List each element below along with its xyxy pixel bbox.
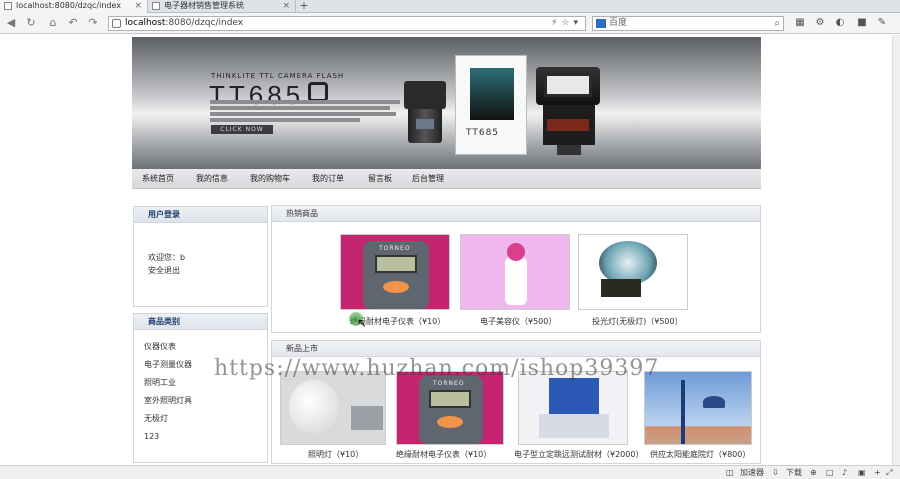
nav-messages[interactable]: 留言板 (368, 169, 392, 189)
flash-product-1 (404, 81, 446, 143)
extension-icon[interactable]: ◐ (834, 17, 846, 29)
new-tab-button[interactable]: + (296, 0, 312, 13)
zoom-in-icon[interactable]: + (874, 466, 881, 479)
url-host: localhost (125, 18, 166, 28)
redo-icon[interactable]: ↷ (86, 16, 100, 30)
vertical-scrollbar[interactable] (892, 35, 900, 465)
new-products-title: 新品上市 (272, 341, 760, 357)
dropdown-icon[interactable]: ▾ (573, 18, 582, 28)
url-tools: ⚡☆▾ (551, 17, 582, 30)
nav-admin[interactable]: 后台管理 (412, 169, 444, 189)
product-image-new-2[interactable]: TORNEO (396, 371, 504, 445)
nav-my-info[interactable]: 我的信息 (196, 169, 228, 189)
hot-products-title: 热销商品 (272, 206, 760, 222)
browser-statusbar: ◫ 加速器 ⇩ 下载 ⊕ □ ♪ ▣ + ⤢ (0, 465, 900, 479)
category-item[interactable]: 电子测量仪器 (144, 356, 192, 374)
flash-box: TT685 (455, 55, 527, 155)
cursor-icon: ↖ (357, 316, 368, 330)
banner-image[interactable]: THINKLITE TTL CAMERA FLASH TT685 CLICK N… (132, 37, 761, 169)
home-icon[interactable]: ⌂ (46, 16, 60, 30)
banner-click-button[interactable]: CLICK NOW (211, 125, 273, 134)
product-image-new-3[interactable] (518, 371, 628, 445)
baidu-icon (596, 19, 606, 28)
tools-icon[interactable]: ✎ (876, 17, 888, 29)
url-path: :8080/dzqc/index (165, 18, 244, 28)
nav-cart[interactable]: 我的购物车 (250, 169, 290, 189)
flash-product-2-body (543, 105, 595, 145)
product-image-hot-3[interactable] (578, 234, 688, 310)
picture-icon[interactable]: ▣ (858, 466, 866, 479)
page-icon (4, 2, 12, 10)
category-item[interactable]: 室外照明灯具 (144, 392, 192, 410)
accelerator-icon[interactable]: ◫ (726, 466, 734, 479)
category-item[interactable]: 照明工业 (144, 374, 192, 392)
search-input[interactable]: 百度 ⌕ (592, 16, 784, 31)
product-image-hot-1[interactable]: TORNEO (340, 234, 450, 310)
page-icon (152, 2, 160, 10)
tab-title: localhost:8080/dzqc/index (16, 1, 121, 10)
watermark-text: https://www.huzhan.com/ishop39397 (214, 356, 660, 381)
fullscreen-icon[interactable]: ⤢ (886, 466, 892, 479)
download-label[interactable]: 下载 (786, 466, 802, 479)
banner-subtitle: THINKLITE TTL CAMERA FLASH (211, 72, 345, 80)
search-icon[interactable]: ⌕ (774, 17, 780, 30)
star-icon[interactable]: ☆ (561, 18, 573, 28)
tab-title: 电子器材销售管理系统 (164, 1, 244, 10)
nav-orders[interactable]: 我的订单 (312, 169, 344, 189)
product-image-new-4[interactable] (644, 371, 752, 445)
flash-product-2 (536, 67, 600, 105)
gear-icon[interactable]: ⚙ (814, 17, 826, 29)
browser-tabbar: localhost:8080/dzqc/index × 电子器材销售管理系统 ×… (0, 0, 900, 13)
main-nav: 系统首页 我的信息 我的购物车 我的订单 留言板 后台管理 (132, 169, 761, 189)
window-icon[interactable]: □ (826, 466, 834, 479)
back-icon[interactable]: ◀ (4, 16, 18, 30)
category-item[interactable]: 仪器仪表 (144, 338, 192, 356)
app-icon[interactable]: ■ (856, 17, 868, 29)
flash-foot (557, 145, 581, 155)
sound-icon[interactable]: ♪ (842, 466, 847, 479)
tab-index[interactable]: localhost:8080/dzqc/index × (0, 0, 148, 13)
banner-description (210, 100, 410, 124)
product-caption-new-3[interactable]: 电子型立定跳远测试耐材（¥2000） (514, 449, 643, 460)
logout-link[interactable]: 安全退出 (148, 264, 185, 277)
undo-icon[interactable]: ↶ (66, 16, 80, 30)
address-bar[interactable]: localhost:8080/dzqc/index ⚡☆▾ (108, 16, 586, 31)
hot-products-panel: 热销商品 TORNEO 绝缘耐材电子仪表（¥10） 电子美容仪（¥500） 投光… (271, 205, 761, 333)
login-panel: 用户登录 欢迎您：b 安全退出 (133, 206, 268, 307)
category-panel: 商品类别 仪器仪表 电子测量仪器 照明工业 室外照明灯具 无极灯 123 (133, 313, 268, 463)
close-icon[interactable]: × (282, 0, 290, 12)
category-title: 商品类别 (134, 314, 267, 330)
product-caption-hot-3[interactable]: 投光灯(无极灯)（¥500） (592, 316, 683, 327)
lightning-icon[interactable]: ⚡ (551, 18, 561, 28)
close-icon[interactable]: × (134, 0, 142, 12)
product-image-new-1[interactable] (280, 371, 386, 445)
nav-home[interactable]: 系统首页 (142, 169, 174, 189)
product-caption-new-2[interactable]: 绝缘耐材电子仪表（¥10） (396, 449, 491, 460)
category-item[interactable]: 无极灯 (144, 410, 192, 428)
category-item[interactable]: 123 (144, 428, 192, 446)
product-caption-hot-2[interactable]: 电子美容仪（¥500） (480, 316, 556, 327)
download-icon[interactable]: ⇩ (772, 466, 779, 479)
page-icon (112, 19, 121, 28)
zoom-icon[interactable]: ⊕ (810, 466, 817, 479)
accelerator-label[interactable]: 加速器 (740, 466, 764, 479)
refresh-icon[interactable]: ↻ (24, 16, 38, 30)
product-caption-new-1[interactable]: 照明灯（¥10） (308, 449, 363, 460)
tab-system[interactable]: 电子器材销售管理系统 × (148, 0, 296, 13)
browser-toolbar: ◀ ↻ ⌂ ↶ ↷ localhost:8080/dzqc/index ⚡☆▾ … (0, 13, 900, 34)
search-placeholder: 百度 (609, 18, 628, 28)
product-caption-new-4[interactable]: 供应太阳能庭院灯（¥800） (650, 449, 750, 460)
welcome-text: 欢迎您：b (148, 253, 186, 262)
grid-icon[interactable]: ▦ (794, 17, 806, 29)
login-title: 用户登录 (134, 207, 267, 223)
product-image-hot-2[interactable] (460, 234, 570, 310)
